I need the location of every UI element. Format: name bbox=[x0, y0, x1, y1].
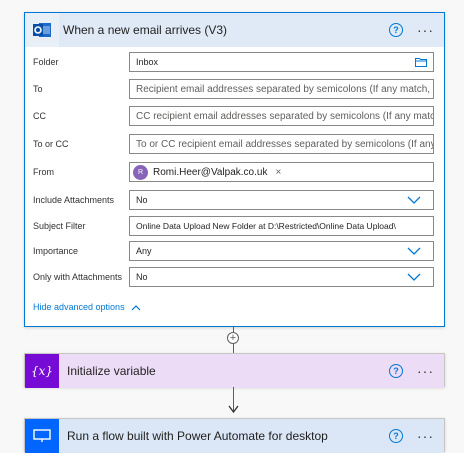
folder-label: Folder bbox=[33, 57, 59, 67]
run-desktop-flow-card: Run a flow built with Power Automate for… bbox=[24, 418, 445, 453]
more-options-icon[interactable]: ··· bbox=[417, 23, 434, 37]
more-options-icon[interactable]: ··· bbox=[417, 429, 434, 443]
importance-dropdown[interactable]: Any bbox=[129, 241, 434, 261]
subject-filter-value: Online Data Upload New Folder at D:\Rest… bbox=[136, 221, 396, 231]
subject-filter-label: Subject Filter bbox=[33, 221, 86, 231]
avatar: R bbox=[133, 164, 148, 180]
from-row: From R Romi.Heer@Valpak.co.uk × bbox=[33, 161, 434, 183]
initialize-variable-title: Initialize variable bbox=[67, 364, 156, 378]
hide-advanced-options-link[interactable]: Hide advanced options bbox=[33, 302, 141, 312]
only-with-attachments-row: Only with Attachments No bbox=[33, 266, 434, 288]
run-desktop-flow-header[interactable]: Run a flow built with Power Automate for… bbox=[25, 419, 444, 453]
folder-value: Inbox bbox=[136, 57, 159, 67]
chevron-down-icon bbox=[407, 196, 421, 204]
subject-filter-field[interactable]: Online Data Upload New Folder at D:\Rest… bbox=[129, 216, 434, 236]
to-placeholder: Recipient email addresses separated by s… bbox=[136, 83, 434, 95]
only-with-attachments-label: Only with Attachments bbox=[33, 272, 123, 282]
cc-row: CC CC recipient email addresses separate… bbox=[33, 105, 434, 127]
arrow-down-icon bbox=[228, 405, 239, 414]
importance-row: Importance Any bbox=[33, 240, 434, 262]
include-attachments-label: Include Attachments bbox=[33, 195, 115, 205]
initialize-variable-card: {x} Initialize variable ? ··· bbox=[24, 353, 445, 388]
initialize-variable-header[interactable]: {x} Initialize variable ? ··· bbox=[25, 354, 444, 388]
include-attachments-row: Include Attachments No bbox=[33, 189, 434, 211]
chevron-up-icon bbox=[131, 304, 141, 310]
to-or-cc-placeholder: To or CC recipient email addresses separ… bbox=[136, 138, 434, 150]
from-token-label: Romi.Heer@Valpak.co.uk bbox=[153, 166, 268, 178]
folder-icon[interactable] bbox=[415, 57, 427, 67]
only-with-attachments-dropdown[interactable]: No bbox=[129, 267, 434, 287]
outlook-icon bbox=[25, 13, 59, 47]
include-attachments-dropdown[interactable]: No bbox=[129, 190, 434, 210]
more-options-icon[interactable]: ··· bbox=[417, 364, 434, 378]
importance-value: Any bbox=[136, 246, 152, 256]
run-desktop-flow-title: Run a flow built with Power Automate for… bbox=[67, 429, 328, 443]
folder-row: Folder Inbox bbox=[33, 51, 434, 73]
trigger-header[interactable]: When a new email arrives (V3) ? ··· bbox=[25, 13, 444, 47]
cc-label: CC bbox=[33, 111, 46, 121]
folder-field[interactable]: Inbox bbox=[129, 52, 434, 72]
connector-line bbox=[233, 344, 234, 353]
cc-placeholder: CC recipient email addresses separated b… bbox=[136, 110, 434, 122]
importance-label: Importance bbox=[33, 246, 79, 256]
remove-token-icon[interactable]: × bbox=[275, 167, 281, 178]
from-label: From bbox=[33, 167, 54, 177]
to-row: To Recipient email addresses separated b… bbox=[33, 78, 434, 100]
to-label: To bbox=[33, 84, 43, 94]
trigger-title: When a new email arrives (V3) bbox=[63, 23, 228, 37]
help-icon[interactable]: ? bbox=[389, 429, 403, 443]
from-field[interactable]: R Romi.Heer@Valpak.co.uk × bbox=[129, 162, 434, 182]
to-or-cc-field[interactable]: To or CC recipient email addresses separ… bbox=[129, 134, 434, 154]
only-with-attachments-value: No bbox=[136, 272, 148, 282]
trigger-card: When a new email arrives (V3) ? ··· Fold… bbox=[24, 12, 445, 327]
to-field[interactable]: Recipient email addresses separated by s… bbox=[129, 79, 434, 99]
help-icon[interactable]: ? bbox=[389, 23, 403, 37]
subject-filter-row: Subject Filter Online Data Upload New Fo… bbox=[33, 215, 434, 237]
variable-icon: {x} bbox=[25, 354, 59, 388]
to-or-cc-row: To or CC To or CC recipient email addres… bbox=[33, 133, 434, 155]
include-attachments-value: No bbox=[136, 195, 148, 205]
chevron-down-icon bbox=[407, 273, 421, 281]
chevron-down-icon bbox=[407, 247, 421, 255]
hide-advanced-options-label: Hide advanced options bbox=[33, 302, 125, 312]
to-or-cc-label: To or CC bbox=[33, 139, 69, 149]
add-step-button[interactable]: + bbox=[227, 332, 239, 344]
help-icon[interactable]: ? bbox=[389, 364, 403, 378]
from-token[interactable]: R Romi.Heer@Valpak.co.uk × bbox=[132, 163, 285, 181]
cc-field[interactable]: CC recipient email addresses separated b… bbox=[129, 106, 434, 126]
desktop-flow-icon bbox=[25, 419, 59, 453]
